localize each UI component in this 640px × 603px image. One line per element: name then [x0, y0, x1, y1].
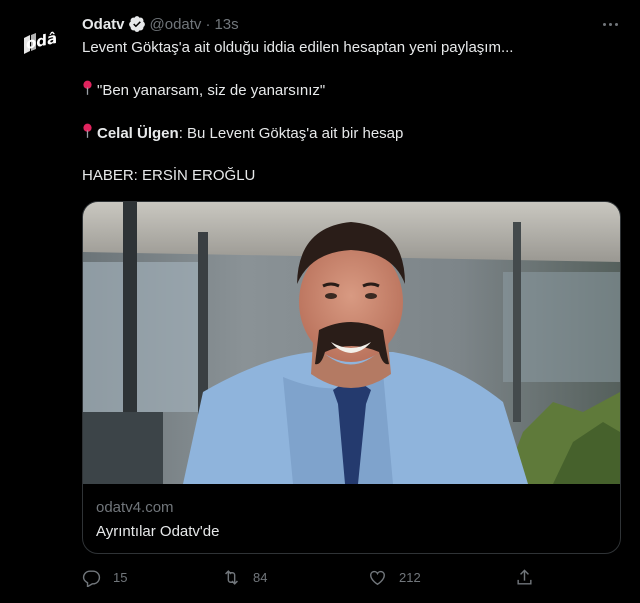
tweet-line: Celal Ülgen: Bu Levent Göktaş'a ait bir … — [82, 123, 622, 144]
verified-badge-icon — [128, 15, 146, 33]
tweet-actions: 15 84 212 — [82, 568, 542, 590]
share-icon — [517, 569, 532, 585]
pin-icon — [82, 123, 93, 144]
avatar[interactable]: odâ — [18, 18, 66, 66]
tweet-line: "Ben yanarsam, siz de yanarsınız" — [82, 80, 622, 101]
separator-dot: · — [205, 15, 211, 33]
card-info: odatv4.com Ayrıntılar Odatv'de — [96, 498, 219, 542]
retweet-count: 84 — [253, 570, 268, 585]
like-icon — [370, 570, 385, 586]
link-card[interactable]: odatv4.com Ayrıntılar Odatv'de — [82, 201, 621, 554]
share-button[interactable] — [515, 568, 534, 587]
reply-button[interactable]: 15 — [82, 568, 127, 587]
timestamp[interactable]: 13s — [214, 16, 238, 33]
like-button[interactable]: 212 — [368, 568, 421, 587]
like-count: 212 — [399, 570, 421, 585]
tweet-line: HABER: ERSİN EROĞLU — [82, 167, 256, 184]
more-icon[interactable] — [600, 14, 620, 34]
tweet-line: Levent Göktaş'a ait olduğu iddia edilen … — [82, 39, 514, 56]
tweet-text: Levent Göktaş'a ait olduğu iddia edilen … — [82, 38, 622, 208]
tweet-header: Odatv @odatv · 13s — [82, 13, 239, 35]
card-image[interactable] — [83, 202, 620, 484]
card-title[interactable]: Ayrıntılar Odatv'de — [96, 522, 219, 542]
pin-icon — [82, 80, 93, 101]
reply-icon — [82, 570, 101, 587]
display-name[interactable]: Odatv — [82, 16, 125, 33]
card-domain: odatv4.com — [96, 499, 174, 516]
mentioned-name: Celal Ülgen — [97, 125, 179, 142]
handle[interactable]: @odatv — [150, 16, 202, 33]
retweet-button[interactable]: 84 — [222, 568, 267, 587]
reply-count: 15 — [113, 570, 128, 585]
retweet-icon — [225, 570, 238, 585]
